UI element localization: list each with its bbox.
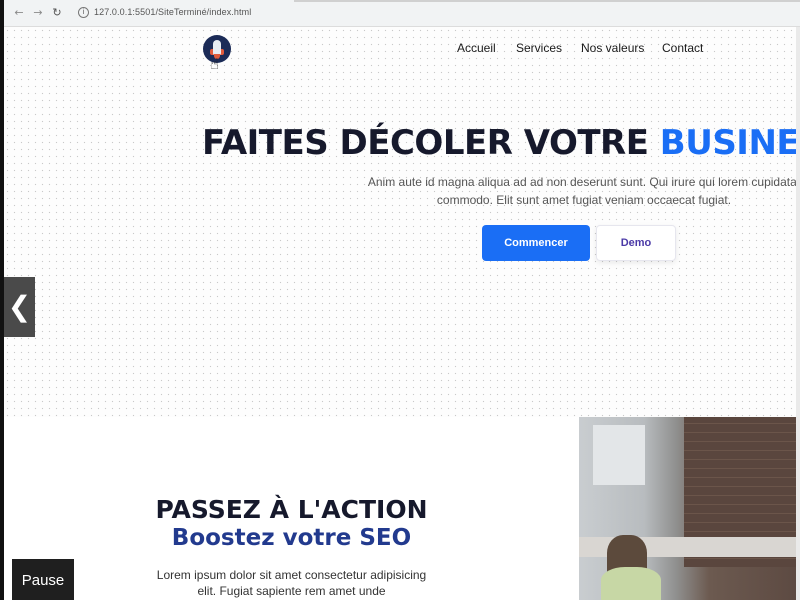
site-info-icon[interactable]: i (78, 7, 89, 18)
nav-item-services[interactable]: Services (516, 41, 562, 55)
forward-arrow-icon[interactable]: → (31, 6, 45, 20)
demo-button[interactable]: Demo (596, 225, 676, 261)
action-text: Lorem ipsum dolor sit amet consectetur a… (156, 568, 427, 598)
reload-icon[interactable]: ↻ (50, 6, 64, 20)
main-nav: Accueil Services Nos valeurs Contact (4, 41, 800, 59)
carousel-prev-chevron-left-icon[interactable]: ❮ (4, 277, 35, 337)
left-edge-bar (0, 0, 4, 600)
nav-item-accueil[interactable]: Accueil (457, 41, 496, 55)
hero-title: FAITES DÉCOLER VOTRE BUSINESS (202, 123, 800, 163)
pause-button[interactable]: Pause (12, 559, 74, 600)
photo-vase (601, 567, 661, 600)
nav-item-contact[interactable]: Contact (662, 41, 703, 55)
hero-section: ☝ Accueil Services Nos valeurs Contact F… (4, 27, 800, 417)
office-photo (579, 417, 796, 600)
page: ← → ↻ i 127.0.0.1:5501/SiteTerminé/index… (0, 0, 800, 600)
commencer-button[interactable]: Commencer (482, 225, 590, 261)
back-arrow-icon[interactable]: ← (12, 6, 26, 20)
hero-title-main: FAITES DÉCOLER VOTRE (202, 123, 660, 163)
browser-toolbar: ← → ↻ i 127.0.0.1:5501/SiteTerminé/index… (4, 0, 800, 27)
nav-item-nos-valeurs[interactable]: Nos valeurs (581, 41, 644, 55)
hero-subtitle: Anim aute id magna aliqua ad ad non dese… (367, 175, 800, 207)
action-title: PASSEZ À L'ACTION (155, 495, 428, 524)
action-section: PASSEZ À L'ACTION Boostez votre SEO Lore… (4, 417, 796, 600)
photo-window (593, 425, 645, 485)
scrollbar-track[interactable] (796, 27, 800, 600)
seo-subtitle: Boostez votre SEO (171, 525, 412, 551)
hero-title-accent: BUSINESS (659, 123, 800, 163)
address-bar[interactable]: 127.0.0.1:5501/SiteTerminé/index.html (94, 7, 251, 17)
tab-strip-line (294, 0, 800, 2)
